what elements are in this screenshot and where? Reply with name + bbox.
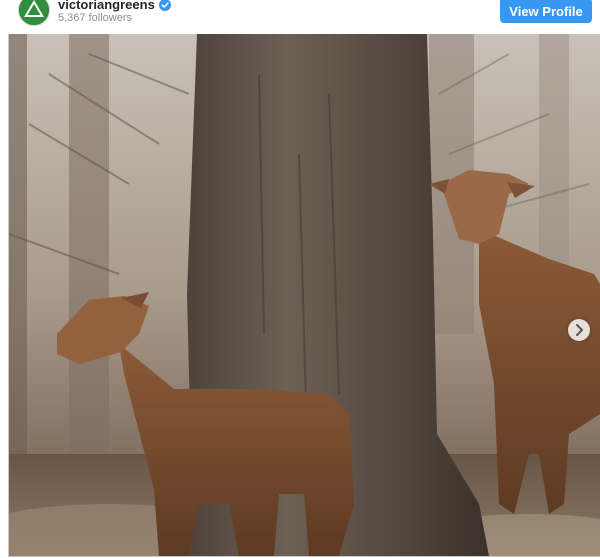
follower-count: 5,367 followers xyxy=(58,12,132,24)
next-photo-button[interactable] xyxy=(568,319,590,341)
greens-logo-icon xyxy=(19,0,49,25)
post-header: victoriangreens 5,367 followers View Pro… xyxy=(0,0,600,34)
instagram-embed: victoriangreens 5,367 followers View Pro… xyxy=(0,0,600,558)
chevron-right-icon xyxy=(576,324,583,336)
burnt-forest-sheep-image xyxy=(9,34,600,556)
verified-badge-icon xyxy=(158,0,171,11)
post-photo[interactable] xyxy=(8,34,600,557)
profile-avatar[interactable] xyxy=(18,0,50,26)
view-profile-button[interactable]: View Profile xyxy=(500,0,592,23)
